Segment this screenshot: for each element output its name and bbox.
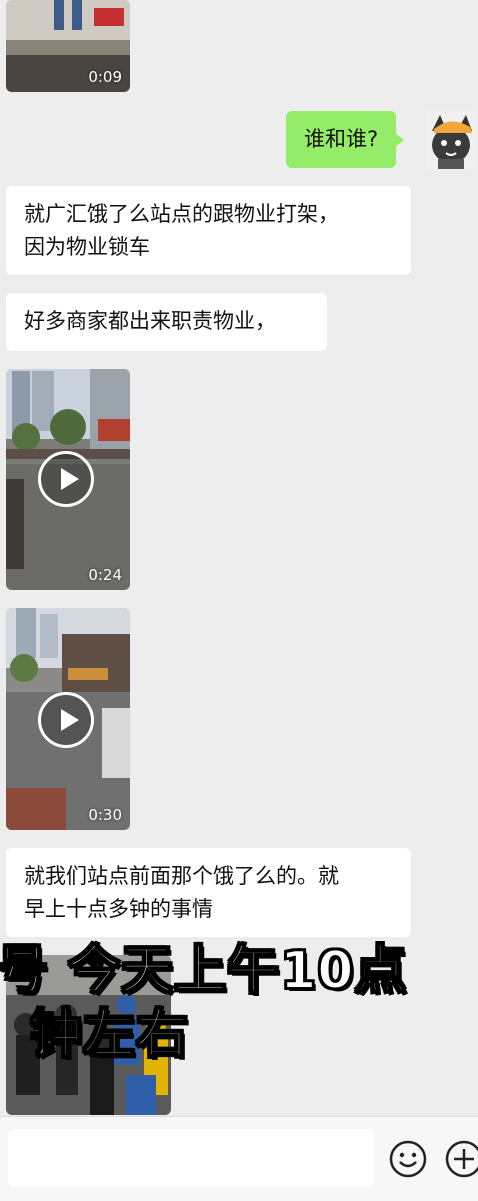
message-text-line: 就广汇饿了么站点的跟物业打架， <box>24 202 339 226</box>
my-text-bubble[interactable]: 谁和谁? <box>286 111 405 168</box>
message-text-line: 就我们站点前面那个饿了么的。就 <box>24 864 339 888</box>
video-duration: 0:09 <box>88 68 122 86</box>
message-text-line: 因为物业锁车 <box>24 235 150 259</box>
message-text: 好多商家都出来职责物业， <box>24 309 276 333</box>
chat-input-bar <box>0 1116 478 1201</box>
smile-emoji-icon[interactable] <box>388 1139 428 1179</box>
play-icon[interactable] <box>38 451 94 507</box>
video-message[interactable]: 0:24 <box>6 369 130 590</box>
video-message[interactable]: 0:09 <box>6 0 130 92</box>
video-message[interactable]: 0:30 <box>6 608 130 830</box>
my-avatar[interactable] <box>426 111 476 169</box>
video-duration: 0:24 <box>88 566 122 584</box>
message-input[interactable] <box>8 1129 374 1187</box>
video-duration: 0:30 <box>88 806 122 824</box>
overlay-caption-line2: 钟左右 <box>29 1004 190 1066</box>
plus-circle-icon[interactable] <box>444 1139 478 1179</box>
cat-avatar-icon <box>426 111 476 169</box>
other-text-bubble[interactable]: 好多商家都出来职责物业， <box>6 293 327 351</box>
message-text: 谁和谁? <box>304 127 379 151</box>
other-text-bubble[interactable]: 就广汇饿了么站点的跟物业打架， 因为物业锁车 <box>6 186 411 275</box>
other-text-bubble[interactable]: 就我们站点前面那个饿了么的。就 早上十点多钟的事情 <box>6 848 411 937</box>
play-icon[interactable] <box>38 692 94 748</box>
message-text-line: 早上十点多钟的事情 <box>24 897 213 921</box>
